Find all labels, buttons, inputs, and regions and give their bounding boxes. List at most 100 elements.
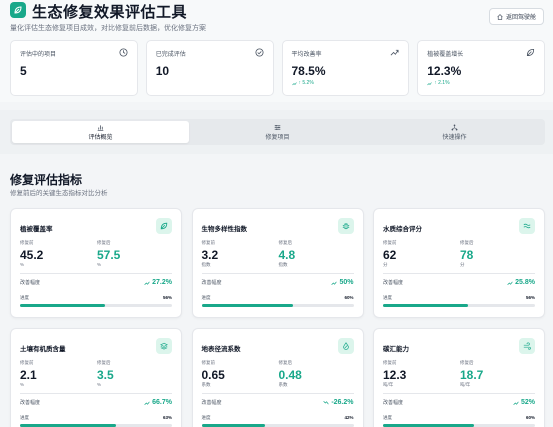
check-circle-icon <box>254 48 264 57</box>
before-value: 2.1 <box>20 368 37 382</box>
metric-values: 修复前 3.2 指数 修复后 4.8 指数 <box>202 240 356 268</box>
stat-value: 5 <box>20 64 27 78</box>
before-column: 修复前 2.1 % <box>20 360 97 387</box>
trend-up-icon <box>390 49 399 56</box>
improvement-label: 改善幅度 <box>383 400 404 406</box>
metric-card[interactable]: 生物多样性指数 修复前 3.2 指数 修复后 4.8 指数 改善幅度 50% 进… <box>191 208 364 318</box>
progress-value: 56% <box>525 295 535 300</box>
after-label: 修复后 <box>97 240 111 245</box>
improvement-text: 66.7% <box>152 399 172 406</box>
improvement-value: 52% <box>513 399 535 406</box>
stat-card-completed: 已完成评估 10 <box>145 40 274 96</box>
after-column: 修复后 18.7 吨/年 <box>460 360 537 388</box>
improvement-label: 改善幅度 <box>201 400 222 406</box>
page-title: 生态修复效果评估工具 <box>32 4 188 21</box>
progress-value: 60% <box>525 415 535 420</box>
before-column: 修复前 0.65 系数 <box>202 360 279 388</box>
tab-label: 修复项目 <box>265 134 290 141</box>
tab-overview[interactable]: 评估概览 <box>12 121 189 143</box>
progress-label: 进度 <box>383 295 392 300</box>
back-to-cockpit-button[interactable]: 返回驾驶舱 <box>488 8 544 25</box>
leaf-icon <box>156 218 172 234</box>
clock-icon <box>119 48 128 57</box>
progress-value: 42% <box>344 415 354 420</box>
after-label: 修复后 <box>97 360 111 365</box>
metric-title: 水质综合评分 <box>383 226 422 233</box>
before-column: 修复前 12.3 吨/年 <box>383 360 460 388</box>
improvement-row: 改善幅度 27.2% <box>20 279 172 286</box>
divider <box>20 393 172 394</box>
stat-label: 平均改善率 <box>291 52 322 58</box>
improvement-row: 改善幅度 66.7% <box>20 399 172 406</box>
metric-card[interactable]: 碳汇能力 修复前 12.3 吨/年 修复后 18.7 吨/年 改善幅度 52% … <box>373 328 545 427</box>
back-button-label: 返回驾驶舱 <box>505 15 536 21</box>
progress-bar <box>383 304 535 307</box>
sliders-icon <box>274 124 281 130</box>
trend-up-icon <box>331 281 338 285</box>
improvement-label: 改善幅度 <box>383 280 404 286</box>
progress-bar <box>20 304 172 307</box>
before-value: 0.65 <box>201 368 225 382</box>
metric-card[interactable]: 植被覆盖率 修复前 45.2 % 修复后 57.5 % 改善幅度 27.2% 进… <box>10 208 182 318</box>
trend-up-icon <box>427 81 432 85</box>
improvement-text: -26.2% <box>331 399 354 406</box>
before-label: 修复前 <box>20 240 34 245</box>
improvement-value: 50% <box>331 279 354 286</box>
before-unit: % <box>20 382 25 387</box>
improvement-row: 改善幅度 25.8% <box>383 279 535 286</box>
section-subtitle: 修复前后的关键生态指标对比分析 <box>10 190 108 197</box>
improvement-text: 27.2% <box>152 279 172 286</box>
droplet-icon <box>337 338 354 354</box>
trend-down-icon <box>323 400 330 404</box>
after-value: 3.5 <box>97 368 114 382</box>
before-label: 修复前 <box>383 360 397 365</box>
trend-up-icon <box>291 81 297 85</box>
metric-card[interactable]: 地表径流系数 修复前 0.65 系数 修复后 0.48 系数 改善幅度 -26.… <box>191 328 364 427</box>
divider <box>20 273 172 274</box>
stat-trend-text: ↑ 5.2% <box>298 80 314 86</box>
after-value: 4.8 <box>278 248 296 262</box>
before-unit: % <box>20 262 25 267</box>
progress-label: 进度 <box>383 415 392 420</box>
before-value: 45.2 <box>20 248 44 262</box>
home-icon <box>497 13 503 20</box>
progress-row: 进度 56% <box>383 295 535 301</box>
before-label: 修复前 <box>201 360 216 365</box>
metric-card[interactable]: 土壤有机质含量 修复前 2.1 % 修复后 3.5 % 改善幅度 66.7% 进… <box>10 328 182 427</box>
after-column: 修复后 4.8 指数 <box>279 240 356 268</box>
after-column: 修复后 57.5 % <box>97 240 174 267</box>
after-label: 修复后 <box>278 360 293 365</box>
tab-label: 快速操作 <box>442 134 467 141</box>
before-column: 修复前 45.2 % <box>20 240 97 267</box>
after-value: 0.48 <box>278 368 302 382</box>
progress-bar-fill <box>201 304 293 307</box>
leaf-icon <box>526 48 535 57</box>
network-icon <box>451 124 458 130</box>
progress-label: 进度 <box>201 295 211 300</box>
after-unit: % <box>97 262 102 267</box>
progress-label: 进度 <box>201 415 211 420</box>
before-value: 3.2 <box>201 248 219 262</box>
metric-card[interactable]: 水质综合评分 修复前 62 分 修复后 78 分 改善幅度 25.8% 进度 5… <box>373 208 545 318</box>
improvement-text: 25.8% <box>515 279 535 286</box>
waves-icon <box>519 218 535 234</box>
before-column: 修复前 62 分 <box>383 240 460 268</box>
metric-title: 生物多样性指数 <box>201 226 248 233</box>
improvement-row: 改善幅度 52% <box>383 399 535 406</box>
progress-bar <box>201 304 354 307</box>
tab-projects[interactable]: 修复项目 <box>189 121 366 143</box>
after-label: 修复后 <box>460 360 474 365</box>
stat-value: 12.3% <box>427 64 462 78</box>
trend-up-icon <box>513 401 519 405</box>
after-unit: % <box>97 382 102 387</box>
progress-bar-fill <box>383 304 469 307</box>
after-column: 修复后 3.5 % <box>97 360 174 387</box>
before-unit: 分 <box>383 262 388 267</box>
progress-row: 进度 42% <box>202 415 354 421</box>
metric-values: 修复前 12.3 吨/年 修复后 18.7 吨/年 <box>383 360 537 388</box>
improvement-row: 改善幅度 50% <box>202 279 354 286</box>
divider <box>383 273 535 274</box>
tab-quick-actions[interactable]: 快速操作 <box>366 121 543 143</box>
metric-title: 植被覆盖率 <box>20 226 53 233</box>
before-column: 修复前 3.2 指数 <box>202 240 279 268</box>
